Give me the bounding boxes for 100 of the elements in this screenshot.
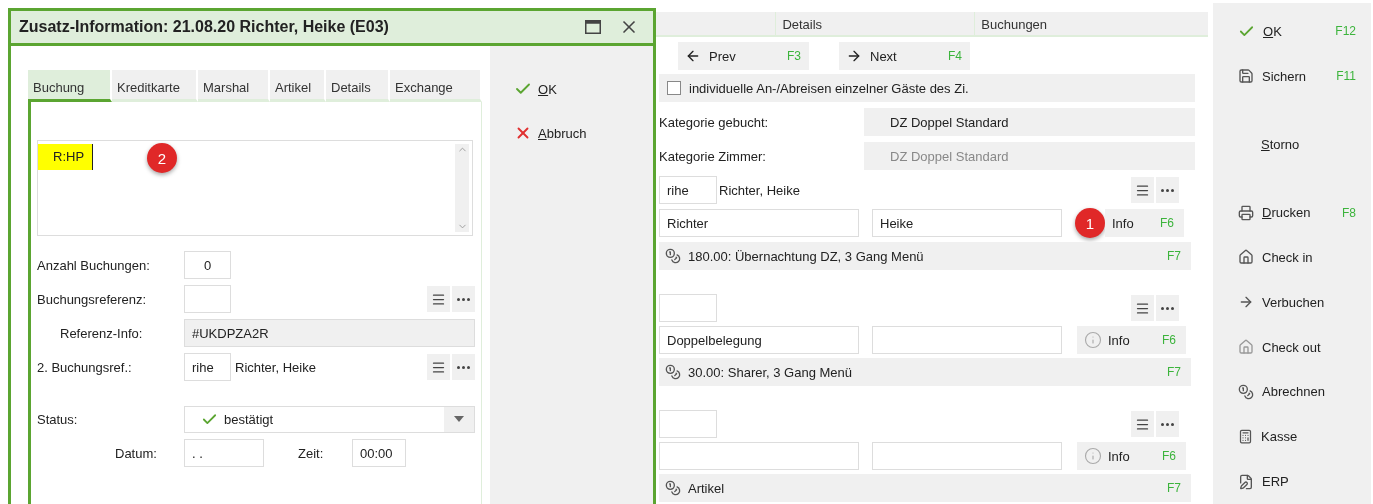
first-name-field[interactable]: Heike — [872, 209, 1062, 237]
menu-icon — [1135, 416, 1150, 432]
date-field[interactable]: . . — [184, 439, 264, 467]
prev-button[interactable]: Prev F3 — [678, 42, 809, 70]
field-label: Kategorie Zimmer: — [659, 148, 767, 164]
code-field[interactable]: rihe — [659, 176, 717, 204]
document-pen-icon — [1238, 473, 1254, 490]
field-label: Buchungsreferenz: — [37, 291, 148, 307]
coins-icon — [665, 480, 681, 496]
sidebar-button[interactable]: Kasse — [1213, 414, 1371, 460]
last-name-field[interactable]: Richter — [659, 209, 859, 237]
more-button[interactable] — [452, 354, 475, 380]
sidebar-button[interactable]: Sichern F11 — [1213, 53, 1371, 99]
menu-icon — [1135, 300, 1150, 316]
note-text: R:HP — [38, 144, 94, 170]
tab[interactable]: Kreditkarte — [112, 70, 198, 102]
checkbox-label: individuelle An-/Abreisen einzelner Gäste des Zi. — [689, 80, 969, 96]
info-icon — [1084, 447, 1102, 465]
sidebar-button[interactable]: Abrechnen — [1213, 369, 1371, 415]
list-button[interactable] — [1131, 295, 1154, 321]
annotation-badge: 2 — [147, 143, 177, 173]
sidebar-button[interactable]: Check in — [1213, 235, 1371, 280]
sidebar-button[interactable]: Storno — [1213, 98, 1371, 191]
more-button[interactable] — [1156, 295, 1179, 321]
last-name-field[interactable] — [659, 442, 859, 470]
dropdown-arrow-icon — [454, 416, 464, 422]
charge-row[interactable]: 180.00: Übernachtung DZ, 3 Gang Menü F7 — [659, 242, 1191, 270]
category-field[interactable]: DZ Doppel Standard — [864, 108, 1195, 136]
tab[interactable]: Artikel — [270, 70, 326, 102]
more-button[interactable] — [1156, 411, 1179, 437]
charge-text: 30.00: Sharer, 3 Gang Menü — [688, 364, 853, 380]
coins-icon — [1238, 383, 1254, 400]
list-button[interactable] — [427, 286, 450, 312]
field-label: Status: — [37, 411, 79, 427]
reference-info-field: #UKDPZA2R — [184, 319, 475, 347]
menu-icon — [431, 291, 446, 307]
time-field[interactable]: 00:00 — [352, 439, 406, 467]
list-button[interactable] — [1131, 411, 1154, 437]
tab[interactable]: Buchungen — [974, 12, 1208, 35]
field-label: Zeit: — [297, 445, 325, 461]
charge-row[interactable]: Artikel F7 — [659, 474, 1191, 502]
more-icon — [457, 365, 470, 369]
cash-register-icon — [1238, 429, 1253, 445]
info-button[interactable]: Info F6 — [1105, 209, 1184, 237]
tab[interactable]: Buchung — [28, 70, 112, 102]
house-icon — [1238, 249, 1254, 266]
first-name-field[interactable] — [872, 442, 1062, 470]
field-label: Referenz-Info: — [59, 325, 144, 341]
menu-icon — [431, 359, 446, 375]
shortcut-key: F7 — [1167, 249, 1181, 263]
info-button[interactable]: Info F6 — [1077, 442, 1186, 470]
maximize-button[interactable] — [585, 20, 601, 34]
guest-name: Richter, Heike — [235, 359, 316, 375]
tab[interactable]: Details — [326, 70, 390, 102]
shortcut-key: F7 — [1167, 481, 1181, 495]
more-button[interactable] — [1156, 177, 1179, 203]
count-field[interactable]: 0 — [184, 251, 231, 279]
tab[interactable]: Marshal — [198, 70, 270, 102]
guest-name: Richter, Heike — [719, 182, 800, 198]
printer-icon — [1238, 204, 1254, 221]
coins-icon — [665, 248, 681, 264]
more-button[interactable] — [452, 286, 475, 312]
menu-icon — [1135, 182, 1150, 198]
info-icon — [1084, 331, 1102, 349]
code-field[interactable]: rihe — [184, 353, 231, 381]
sidebar-button[interactable]: ERP — [1213, 459, 1371, 504]
list-button[interactable] — [1131, 177, 1154, 203]
more-icon — [1161, 306, 1174, 310]
coins-icon — [665, 364, 681, 380]
tab[interactable]: Details — [775, 12, 975, 35]
sidebar-button[interactable]: OK F12 — [1213, 9, 1371, 54]
checkbox[interactable] — [667, 81, 681, 95]
sidebar-button[interactable]: Verbuchen — [1213, 279, 1371, 325]
last-name-field[interactable]: Doppelbelegung — [659, 326, 859, 354]
status-dropdown[interactable]: bestätigt — [184, 405, 475, 433]
next-button[interactable]: Next F4 — [839, 42, 970, 70]
charge-row[interactable]: 30.00: Sharer, 3 Gang Menü F7 — [659, 358, 1191, 386]
field-label: 2. Buchungsref.: — [37, 359, 133, 375]
house-icon — [1238, 339, 1254, 356]
code-field[interactable] — [659, 410, 717, 438]
sidebar-button[interactable]: Drucken F8 — [1213, 190, 1371, 236]
first-name-field[interactable] — [872, 326, 1062, 354]
tab[interactable]: Exchange — [390, 70, 482, 102]
ok-button[interactable]: OK — [514, 80, 653, 98]
charge-text: 180.00: Übernachtung DZ, 3 Gang Menü — [688, 248, 924, 264]
more-icon — [457, 297, 470, 301]
window-title: Zusatz-Information: 21.08.20 Richter, Heike (E03) — [19, 18, 390, 36]
more-icon — [1161, 188, 1174, 192]
cancel-button[interactable]: Abbruch — [514, 124, 653, 142]
info-button[interactable]: Info F6 — [1077, 326, 1186, 354]
sidebar-button[interactable]: Check out — [1213, 324, 1371, 370]
field-label: Kategorie gebucht: — [659, 114, 770, 130]
more-icon — [1161, 422, 1174, 426]
code-field[interactable] — [659, 294, 717, 322]
field-label: Datum: — [114, 445, 158, 461]
field-label: Anzahl Buchungen: — [37, 257, 151, 273]
list-button[interactable] — [427, 354, 450, 380]
shortcut-key: F7 — [1167, 365, 1181, 379]
charge-text: Artikel — [688, 480, 725, 496]
reference-field[interactable] — [184, 285, 231, 313]
